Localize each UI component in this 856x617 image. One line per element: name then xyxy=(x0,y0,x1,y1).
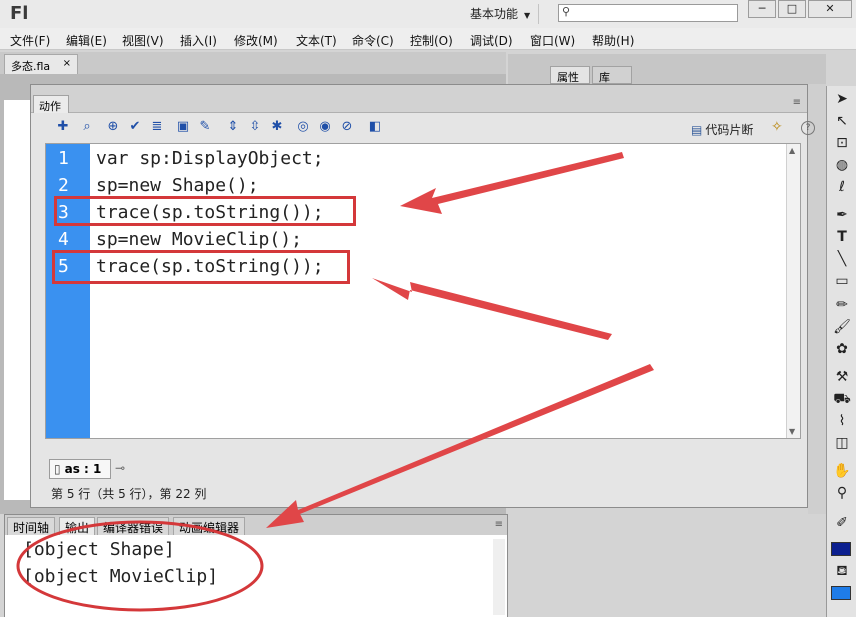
bone-tool-icon[interactable]: ⚒ xyxy=(833,368,851,386)
deco-tool-icon[interactable]: ✿ xyxy=(833,340,851,358)
stroke-color-icon[interactable]: ✐ xyxy=(833,514,851,532)
brush-tool-icon[interactable]: 🖌 xyxy=(833,318,851,336)
zoom-tool-icon[interactable]: ⚲ xyxy=(833,484,851,502)
lasso-tool-icon[interactable]: ℓ xyxy=(833,178,851,196)
selection-tool-icon[interactable]: ➤ xyxy=(833,90,851,108)
annotation-ellipse xyxy=(16,520,264,612)
free-transform-icon[interactable]: ⊡ xyxy=(833,134,851,152)
pen-tool-icon[interactable]: ✒ xyxy=(833,206,851,224)
tools-panel: ➤ ↖ ⊡ ◍ ℓ ✒ T ╲ ▭ ✏ 🖌 ✿ ⚒ ⛟ ⌇ ◫ ✋ ⚲ ✐ ⛾ xyxy=(826,86,856,617)
fill-color-icon[interactable]: ⛾ xyxy=(833,562,851,580)
hand-tool-icon[interactable]: ✋ xyxy=(833,462,851,480)
annotation-arrow xyxy=(266,364,654,528)
stroke-color-swatch[interactable] xyxy=(831,542,851,556)
line-tool-icon[interactable]: ╲ xyxy=(833,250,851,268)
annotation-arrow xyxy=(372,278,612,340)
fill-color-swatch[interactable] xyxy=(831,586,851,600)
3d-rotation-icon[interactable]: ◍ xyxy=(833,156,851,174)
eraser-tool-icon[interactable]: ◫ xyxy=(833,434,851,452)
annotation-overlay xyxy=(16,152,654,612)
eyedropper-icon[interactable]: ⌇ xyxy=(833,412,851,430)
pencil-tool-icon[interactable]: ✏ xyxy=(833,296,851,314)
text-tool-icon[interactable]: T xyxy=(833,228,851,246)
subselection-tool-icon[interactable]: ↖ xyxy=(833,112,851,130)
rectangle-tool-icon[interactable]: ▭ xyxy=(833,272,851,290)
annotation-arrow xyxy=(400,152,624,214)
paint-bucket-icon[interactable]: ⛟ xyxy=(833,390,851,408)
